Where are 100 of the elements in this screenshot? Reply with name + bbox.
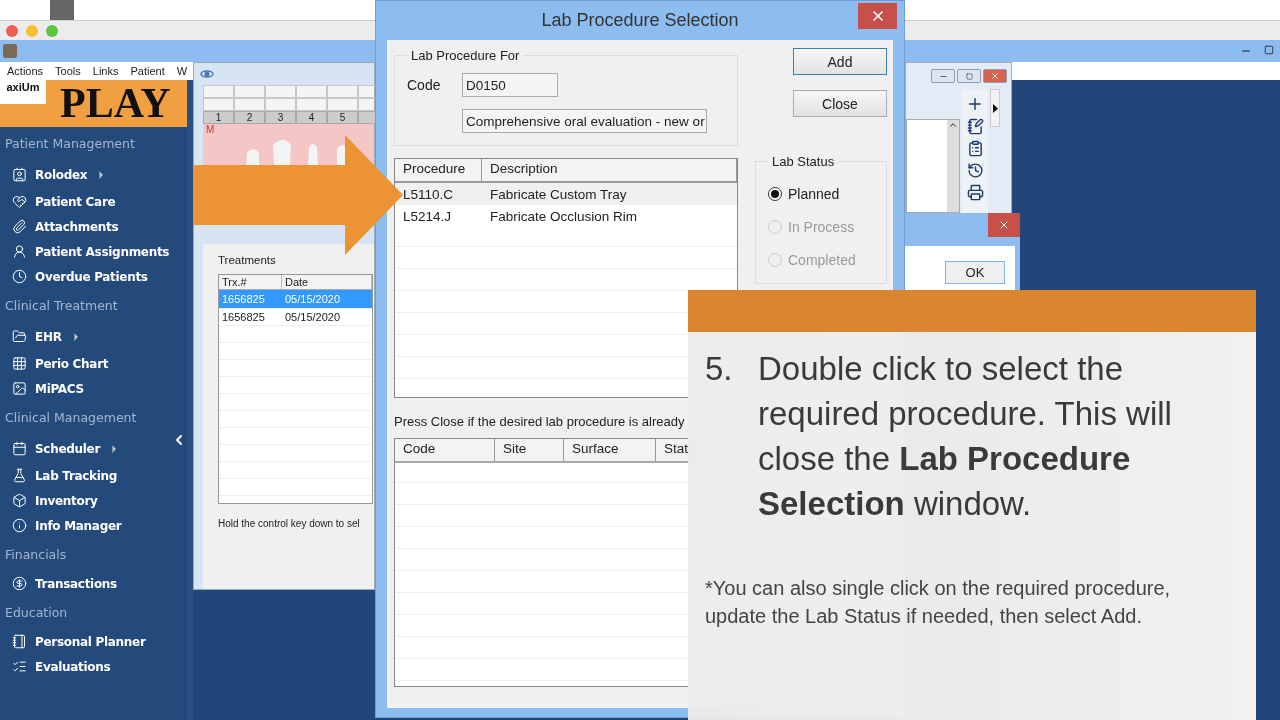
clipboard-icon[interactable] — [966, 140, 984, 157]
close-icon — [998, 219, 1010, 231]
table-row[interactable]: 1656825 05/15/2020 — [219, 308, 372, 326]
box-icon — [12, 493, 27, 508]
sidebar-item[interactable]: Patient Care — [0, 189, 187, 214]
flask-icon — [12, 468, 27, 483]
section-title: Education — [4, 604, 69, 622]
info-icon — [12, 518, 27, 533]
grid-cell — [265, 98, 296, 111]
description-field[interactable]: Comprehensive oral evaluation - new or — [462, 109, 707, 133]
expand-tab[interactable] — [990, 89, 1000, 127]
group-label: Lab Status — [771, 154, 836, 169]
instruction-note: *You can also single click on the required procedure, update the Lab Status if needed, then select Add. — [705, 576, 1172, 629]
grid-cell — [265, 85, 296, 98]
tooth-number: 4 — [296, 111, 327, 124]
maximize-icon[interactable] — [1264, 45, 1274, 55]
sidebar-item[interactable]: Attachments — [0, 214, 187, 239]
dialog-button[interactable]: Add — [793, 48, 887, 75]
tooth-number: 3 — [265, 111, 296, 124]
code-label: Code — [407, 77, 442, 93]
sidebar-item[interactable]: Inventory — [0, 488, 187, 513]
checklist-icon — [12, 659, 27, 674]
add-icon[interactable] — [966, 95, 984, 113]
sidebar-item[interactable]: Perio Chart — [0, 351, 187, 376]
sidebar-item[interactable]: Evaluations — [0, 654, 187, 679]
scroll-bar[interactable] — [947, 120, 959, 212]
sidebar-item[interactable]: MiPACS — [0, 376, 187, 401]
column-header[interactable]: Code — [395, 439, 495, 461]
column-header[interactable]: Site — [495, 439, 564, 461]
menu-item[interactable]: Links — [92, 65, 119, 77]
sidebar-item[interactable]: Rolodex — [0, 160, 187, 189]
grid-cell — [327, 98, 358, 111]
column-header[interactable]: Surface — [564, 439, 656, 461]
dollar-icon — [12, 576, 27, 591]
close-light-icon[interactable] — [6, 24, 18, 37]
grid-cell — [296, 98, 327, 111]
contact-card-icon — [12, 167, 27, 182]
menu-item[interactable]: Tools — [55, 65, 81, 77]
notepad-icon[interactable] — [966, 118, 984, 135]
handshake-icon — [12, 194, 27, 209]
zoom-light-icon[interactable] — [46, 24, 58, 37]
brand-logo: axiUm — [0, 80, 46, 104]
history-icon[interactable] — [966, 162, 984, 179]
hint-text: Hold the control key down to sel — [218, 518, 361, 529]
minimize-button[interactable] — [931, 69, 955, 83]
instruction-text: Double click to select the required procedure. This will close the Lab Procedure Selection window. — [758, 349, 1173, 524]
ok-button[interactable]: OK — [945, 261, 1005, 284]
user-icon — [12, 244, 27, 259]
radio-icon[interactable] — [768, 186, 782, 201]
dialog-title: Lab Procedure Selection — [541, 10, 739, 31]
step-number: 5. — [705, 349, 734, 389]
menu-item[interactable]: Actions — [7, 65, 44, 77]
sidebar-item[interactable]: Overdue Patients — [0, 264, 187, 289]
group-label: Lab Procedure For — [410, 48, 521, 63]
column-header[interactable]: Procedure — [395, 159, 482, 181]
scroll-up-icon[interactable] — [948, 120, 958, 130]
menu-item[interactable]: Patient — [130, 65, 165, 77]
expand-arrow-icon — [992, 103, 998, 113]
section-title: Patient Management — [4, 135, 136, 153]
close-button[interactable] — [983, 69, 1007, 83]
clock-icon — [12, 269, 27, 284]
minimize-light-icon[interactable] — [26, 24, 38, 37]
dialog-button[interactable]: Close — [793, 90, 887, 117]
tooth-number: 1 — [203, 111, 234, 124]
table-row[interactable]: L5110.C Fabricate Custom Tray — [395, 183, 737, 205]
tooth-number: 5 — [327, 111, 358, 124]
arch-label: M — [205, 124, 215, 135]
section-title: Clinical Management — [4, 409, 138, 427]
printer-icon[interactable] — [966, 184, 984, 201]
close-icon — [990, 71, 1000, 81]
grid-cell — [296, 85, 327, 98]
grid-cell — [203, 98, 234, 111]
grid-icon — [12, 356, 27, 371]
restore-icon — [965, 72, 973, 80]
sidebar-item[interactable]: Transactions — [0, 571, 187, 596]
grid-cell — [203, 85, 234, 98]
note-text: Press Close if the desired lab procedure is already — [394, 414, 686, 429]
calendar-icon — [12, 441, 27, 456]
sidebar-item[interactable]: Scheduler — [0, 434, 187, 463]
column-header[interactable]: Date — [282, 275, 372, 289]
play-title: PLAY — [60, 80, 171, 127]
paperclip-icon — [12, 219, 27, 234]
sidebar-item[interactable]: Personal Planner — [0, 629, 187, 654]
sidebar-item[interactable]: Lab Tracking — [0, 463, 187, 488]
column-header[interactable]: Trx.# — [219, 275, 282, 289]
radio-option[interactable]: Planned — [768, 177, 874, 210]
notebook-icon — [12, 634, 27, 649]
column-header[interactable]: Description — [482, 159, 737, 181]
restore-button[interactable] — [957, 69, 981, 83]
grid-cell — [234, 85, 265, 98]
grid-cell — [234, 98, 265, 111]
code-field[interactable]: D0150 — [462, 73, 558, 97]
image-icon — [12, 381, 27, 396]
menu-item[interactable]: W — [176, 65, 188, 77]
close-button[interactable] — [858, 3, 897, 29]
sidebar-item[interactable]: Patient Assignments — [0, 239, 187, 264]
section-title: Financials — [4, 546, 68, 564]
sidebar-item[interactable]: Info Manager — [0, 513, 187, 538]
group-label: Treatments — [218, 254, 277, 266]
sidebar-item[interactable]: EHR — [0, 322, 187, 351]
